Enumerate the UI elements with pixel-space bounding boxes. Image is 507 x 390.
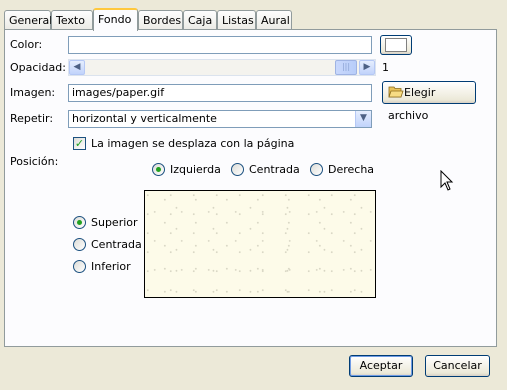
radio-derecha-label: Derecha — [328, 163, 375, 176]
radio-selected-dot — [156, 167, 161, 172]
scroll-checkbox-label: La imagen se desplaza con la página — [91, 137, 295, 150]
accept-button[interactable]: Aceptar — [349, 355, 413, 377]
tab-label: Texto — [56, 14, 85, 27]
position-label: Posición: — [10, 155, 59, 168]
tab-panel-fondo — [4, 29, 497, 347]
radio-izquierda-label: Izquierda — [170, 163, 221, 176]
tab-aural[interactable]: Aural — [256, 10, 292, 29]
repeat-selected-value: horizontal y verticalmente — [72, 112, 217, 125]
opacity-value: 1 — [382, 61, 389, 74]
image-label: Imagen: — [10, 86, 56, 99]
radio-centrada-vertical[interactable] — [73, 238, 86, 251]
radio-inferior-label: Inferior — [91, 260, 131, 273]
color-label: Color: — [10, 38, 43, 51]
chevron-down-icon[interactable]: ▼ — [355, 111, 371, 127]
color-picker-button[interactable] — [380, 35, 412, 55]
tab-label: Aural — [261, 14, 290, 27]
background-preview — [144, 190, 376, 298]
radio-derecha[interactable] — [310, 163, 323, 176]
tab-label: Fondo — [98, 13, 132, 26]
radio-superior[interactable] — [73, 216, 86, 229]
radio-inferior[interactable] — [73, 260, 86, 273]
radio-selected-dot — [77, 220, 82, 225]
scroll-left-icon[interactable]: ◀ — [69, 60, 85, 75]
opacity-label: Opacidad: — [10, 61, 66, 74]
color-input[interactable] — [68, 36, 372, 54]
tab-label: Caja — [188, 14, 213, 27]
color-swatch — [385, 38, 407, 52]
repeat-label: Repetir: — [10, 112, 54, 125]
tab-label: Listas — [222, 14, 254, 27]
radio-superior-label: Superior — [91, 216, 138, 229]
tab-bordes[interactable]: Bordes — [138, 10, 183, 29]
repeat-select[interactable]: horizontal y verticalmente ▼ — [68, 110, 372, 128]
choose-file-button[interactable]: Elegir archivo — [382, 81, 476, 122]
cancel-button[interactable]: Cancelar — [425, 355, 490, 377]
tab-listas[interactable]: Listas — [217, 10, 256, 29]
scroll-thumb[interactable]: ||| — [335, 60, 357, 75]
radio-centrada-horizontal-label: Centrada — [249, 163, 300, 176]
opacity-slider[interactable]: ◀ ||| ▶ — [68, 59, 376, 76]
mouse-cursor-icon — [440, 169, 454, 195]
folder-open-icon — [388, 84, 404, 105]
tab-label: General — [9, 14, 53, 27]
tab-label: Bordes — [143, 14, 182, 27]
scroll-checkbox[interactable]: ✓ — [73, 137, 86, 150]
image-path-input[interactable]: images/paper.gif — [68, 84, 372, 102]
tab-texto[interactable]: Texto — [51, 10, 93, 29]
tab-caja[interactable]: Caja — [183, 10, 217, 29]
radio-centrada-vertical-label: Centrada — [91, 238, 142, 251]
scroll-right-icon[interactable]: ▶ — [359, 60, 375, 75]
tab-general[interactable]: General — [4, 10, 53, 29]
radio-centrada-horizontal[interactable] — [231, 163, 244, 176]
radio-izquierda[interactable] — [152, 163, 165, 176]
tab-fondo[interactable]: Fondo — [93, 8, 138, 31]
